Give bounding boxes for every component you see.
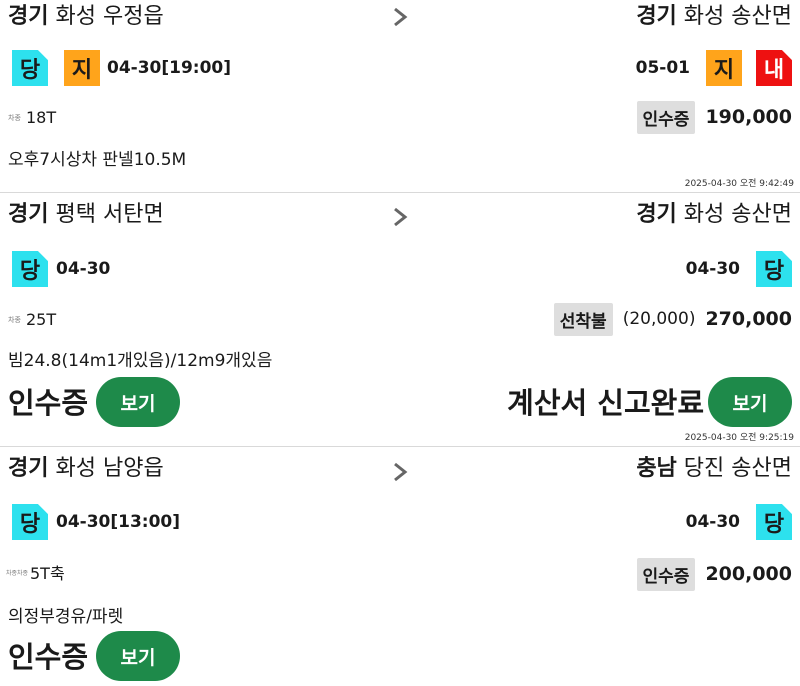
origin-region: 경기 (8, 4, 49, 29)
load-same-day-badge: 당 (12, 504, 48, 540)
prepaid-amount: (20,000) (622, 309, 696, 329)
chevron-right-icon (394, 207, 408, 227)
origin-place: 평택 서탄면 (55, 202, 164, 227)
unload-date: 04-30 (685, 259, 740, 279)
payment-row: 인수증 190,000 (636, 100, 792, 134)
destination: 경기 화성 송산면 (636, 200, 792, 230)
order-card[interactable]: 경기 화성 남양읍 충남 당진 송산면 당 04-30[13:00] 04-30… (0, 447, 800, 686)
order-card[interactable]: 경기 평택 서탄면 경기 화성 송산면 당 04-30 04-30 당 차종 2… (0, 193, 800, 446)
timestamp: 2025-04-30 오전 9:25:19 (684, 433, 794, 443)
load-date: 04-30[13:00] (56, 512, 181, 532)
unload-date: 04-30 (685, 512, 740, 532)
load-date: 04-30 (56, 259, 111, 279)
origin-region: 경기 (8, 202, 49, 227)
view-invoice-button[interactable]: 보기 (708, 377, 792, 427)
origin: 경기 평택 서탄면 (8, 200, 164, 230)
view-receipt-button[interactable]: 보기 (96, 631, 180, 681)
tonnage: 18T (26, 108, 57, 127)
load-designated-badge: 지 (64, 50, 100, 86)
receipt-label: 인수증 (8, 640, 89, 674)
memo: 빔24.8(14m1개있음)/12m9개있음 (8, 351, 273, 371)
destination: 경기 화성 송산면 (636, 2, 792, 32)
destination-place: 당진 송산면 (683, 456, 792, 481)
tonnage: 5T축 (30, 564, 65, 583)
payment-row: 인수증 200,000 (636, 557, 792, 591)
payment-type-tag: 인수증 (636, 557, 696, 591)
car-type-label: 차종 (8, 316, 21, 324)
origin-place: 화성 남양읍 (55, 456, 164, 481)
unload-same-day-badge: 당 (756, 251, 792, 287)
fare-amount: 200,000 (705, 563, 792, 585)
chevron-right-icon (394, 462, 408, 482)
unload-same-day-badge: 당 (756, 504, 792, 540)
memo: 의정부경유/파렛 (8, 607, 124, 627)
destination: 충남 당진 송산면 (636, 454, 792, 484)
receipt-label: 인수증 (8, 386, 89, 420)
fare-amount: 270,000 (705, 308, 792, 330)
fare-amount: 190,000 (705, 106, 792, 128)
load-same-day-badge: 당 (12, 251, 48, 287)
origin-place: 화성 우정읍 (55, 4, 164, 29)
invoice-status-label: 계산서 신고완료 (507, 386, 704, 420)
unload-designated-badge: 지 (706, 50, 742, 86)
car-type-label: 차종차종 (6, 570, 29, 577)
origin: 경기 화성 우정읍 (8, 2, 164, 32)
memo: 오후7시상차 판넬10.5M (8, 150, 187, 170)
payment-type-tag: 선착불 (553, 302, 613, 336)
tonnage: 25T (26, 310, 57, 329)
load-same-day-badge: 당 (12, 50, 48, 86)
payment-row: 선착불 (20,000) 270,000 (553, 302, 792, 336)
view-receipt-button[interactable]: 보기 (96, 377, 180, 427)
car-type-label: 차종 (8, 114, 21, 122)
destination-place: 화성 송산면 (683, 4, 792, 29)
destination-region: 충남 (636, 456, 677, 481)
load-date: 04-30[19:00] (107, 58, 232, 78)
timestamp: 2025-04-30 오전 9:42:49 (684, 179, 794, 189)
unload-next-day-badge: 내 (756, 50, 792, 86)
payment-type-tag: 인수증 (636, 100, 696, 134)
destination-region: 경기 (636, 202, 677, 227)
order-card[interactable]: 경기 화성 우정읍 경기 화성 송산면 당 지 04-30[19:00] 05-… (0, 0, 800, 192)
origin-region: 경기 (8, 456, 49, 481)
chevron-right-icon (394, 7, 408, 27)
unload-date: 05-01 (635, 58, 690, 78)
destination-region: 경기 (636, 4, 677, 29)
destination-place: 화성 송산면 (683, 202, 792, 227)
origin: 경기 화성 남양읍 (8, 454, 164, 484)
